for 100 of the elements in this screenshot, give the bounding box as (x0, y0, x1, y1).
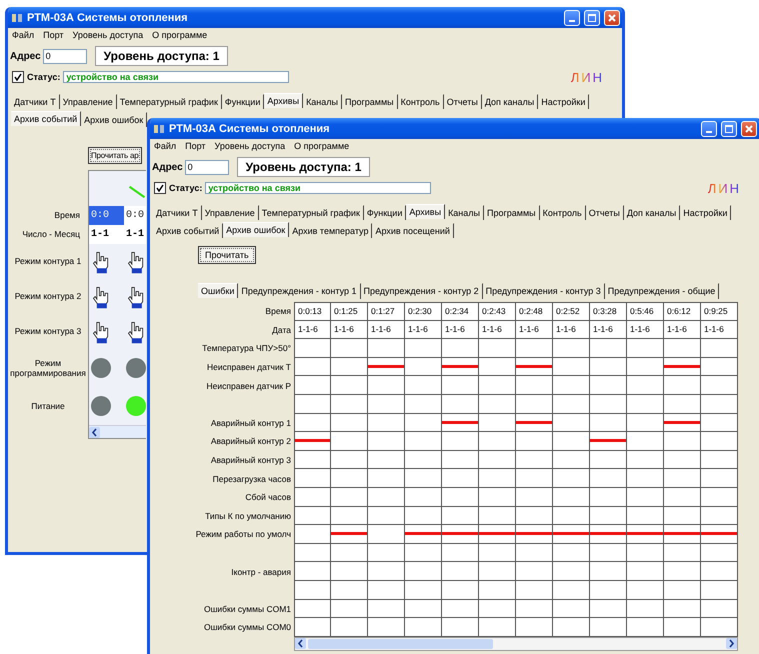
scroll-left-icon[interactable] (295, 638, 306, 650)
tab[interactable]: Температурный график (258, 205, 364, 220)
tab[interactable]: Архив ошибок (223, 222, 290, 237)
tab[interactable]: Предупреждения - контур 3 (482, 283, 605, 299)
tab[interactable]: Архив событий (11, 111, 82, 126)
time-cell[interactable]: 0:0 (89, 206, 124, 225)
pointing-hand-icon (91, 250, 111, 274)
tab[interactable]: Контроль (540, 205, 586, 220)
grid-cell (627, 376, 664, 395)
grid-cell (331, 376, 368, 395)
grid-cell (627, 580, 664, 600)
maximize-button[interactable] (584, 10, 600, 26)
row-label: Режим контура 3 (14, 325, 82, 338)
grid-cell (553, 600, 590, 618)
grid-cell (701, 450, 738, 470)
status-checkbox[interactable] (12, 71, 24, 83)
grid-cell (294, 580, 331, 600)
grid-cell (294, 600, 331, 618)
window-title: РТМ-03А Системы отопления (27, 12, 189, 24)
grid-cell (368, 618, 405, 637)
horizontal-scrollbar[interactable] (89, 425, 146, 438)
address-field[interactable]: 0 (184, 160, 229, 174)
tab[interactable]: Температурный график (116, 94, 222, 109)
tab[interactable]: Каналы (303, 94, 342, 109)
grid-cell (368, 432, 405, 451)
menu-item[interactable]: Уровень доступа (214, 141, 286, 151)
tab[interactable]: Архив посещений (372, 223, 454, 238)
horizontal-scrollbar[interactable] (294, 636, 738, 651)
tab[interactable]: Контроль (398, 94, 444, 109)
grid-cell (405, 580, 442, 600)
tab[interactable]: Архивы (406, 204, 446, 219)
grid-cell (664, 469, 701, 488)
grid-cell (516, 450, 553, 470)
tab[interactable]: Каналы (445, 205, 484, 220)
grid-cell (331, 488, 368, 507)
tab[interactable]: Доп каналы (624, 205, 680, 220)
address-label: Адрес (10, 50, 41, 62)
grid-cell (331, 600, 368, 618)
row-label: Ошибки суммы COM1 (203, 602, 292, 616)
grid-cell (405, 469, 442, 488)
read-button[interactable]: Прочитать (198, 246, 256, 264)
grid-cell (442, 618, 479, 637)
tab[interactable]: Доп каналы (482, 94, 538, 109)
time-cell: 0:0:13 (294, 302, 331, 321)
menu-item[interactable]: Файл (154, 141, 176, 151)
grid-cell (627, 469, 664, 488)
close-button[interactable] (741, 120, 757, 136)
time-cell[interactable]: 0:0 (124, 206, 146, 225)
menu-item[interactable]: О программе (152, 30, 208, 40)
grid-cell (553, 339, 590, 358)
grid-cell (701, 432, 738, 451)
grid-cell (294, 488, 331, 507)
grid-cell (664, 580, 701, 600)
tab[interactable]: Программы (484, 205, 540, 220)
tab[interactable]: Предупреждения - контур 1 (238, 283, 360, 299)
date-cell: 1-1-6 (664, 320, 701, 340)
maximize-button[interactable] (721, 120, 737, 136)
scroll-left-icon[interactable] (89, 426, 100, 438)
tab[interactable]: Архив температур (289, 223, 372, 238)
tab[interactable]: Настройки (680, 205, 732, 220)
tab[interactable]: Предупреждения - контур 2 (360, 283, 483, 299)
minimize-button[interactable] (701, 120, 717, 136)
row-label: Перезагрузка часов (212, 472, 292, 486)
tab[interactable]: Настройки (538, 94, 590, 109)
tab[interactable]: Предупреждения - общие (604, 283, 720, 299)
status-checkbox[interactable] (154, 182, 166, 194)
grid-cell (368, 562, 405, 581)
tab[interactable]: Ошибки (198, 283, 238, 298)
scroll-right-icon[interactable] (726, 638, 737, 650)
date-cell: 1-1-6 (590, 320, 627, 340)
read-archive-button[interactable]: Прочитать ар (88, 147, 142, 164)
close-icon (745, 124, 753, 132)
menu-item[interactable]: Уровень доступа (72, 30, 144, 40)
time-cell: 0:2:48 (516, 302, 553, 321)
tab[interactable]: Отчеты (586, 205, 624, 220)
grid-cell (516, 488, 553, 507)
tab[interactable]: Управление (60, 94, 117, 109)
scroll-thumb[interactable] (308, 638, 493, 649)
close-button[interactable] (604, 10, 620, 26)
minimize-icon (569, 20, 575, 22)
grid-cell (405, 618, 442, 637)
grid-cell (627, 618, 664, 637)
menu-item[interactable]: Файл (12, 30, 34, 40)
menu-item[interactable]: Порт (43, 30, 64, 40)
tab[interactable]: Архивы (264, 93, 304, 108)
time-cell: 0:3:28 (590, 302, 627, 321)
grid-cell (331, 562, 368, 581)
grid-cell (590, 488, 627, 507)
minimize-button[interactable] (564, 10, 580, 26)
menu-item[interactable]: Порт (185, 141, 206, 151)
grid-cell (368, 414, 405, 432)
tab[interactable]: Управление (202, 205, 259, 220)
tab[interactable]: Отчеты (444, 94, 482, 109)
menu-item[interactable]: О программе (294, 141, 350, 151)
address-field[interactable]: 0 (42, 48, 87, 64)
tab[interactable]: Датчики Т (153, 205, 202, 220)
tab[interactable]: Программы (342, 94, 398, 109)
tab[interactable]: Датчики Т (11, 94, 60, 109)
grid-cell (590, 600, 627, 618)
grid-cell (442, 580, 479, 600)
